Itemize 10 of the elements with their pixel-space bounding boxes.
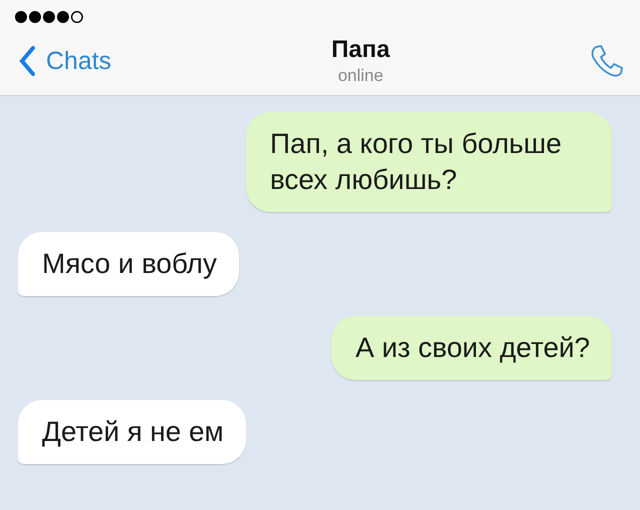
message-bubble: А из своих детей? <box>331 316 612 380</box>
back-button[interactable]: Chats <box>14 45 112 77</box>
message-bubble: Детей я не ем <box>18 400 246 464</box>
message-bubble: Пап, а кого ты больше всех любишь? <box>246 112 612 212</box>
back-chevron-icon <box>18 45 36 77</box>
signal-icon <box>14 10 84 24</box>
contact-name: Папа <box>331 36 390 64</box>
phone-icon[interactable] <box>590 44 624 78</box>
message-bubble: Мясо и воблу <box>18 232 239 296</box>
contact-status: online <box>336 66 384 86</box>
